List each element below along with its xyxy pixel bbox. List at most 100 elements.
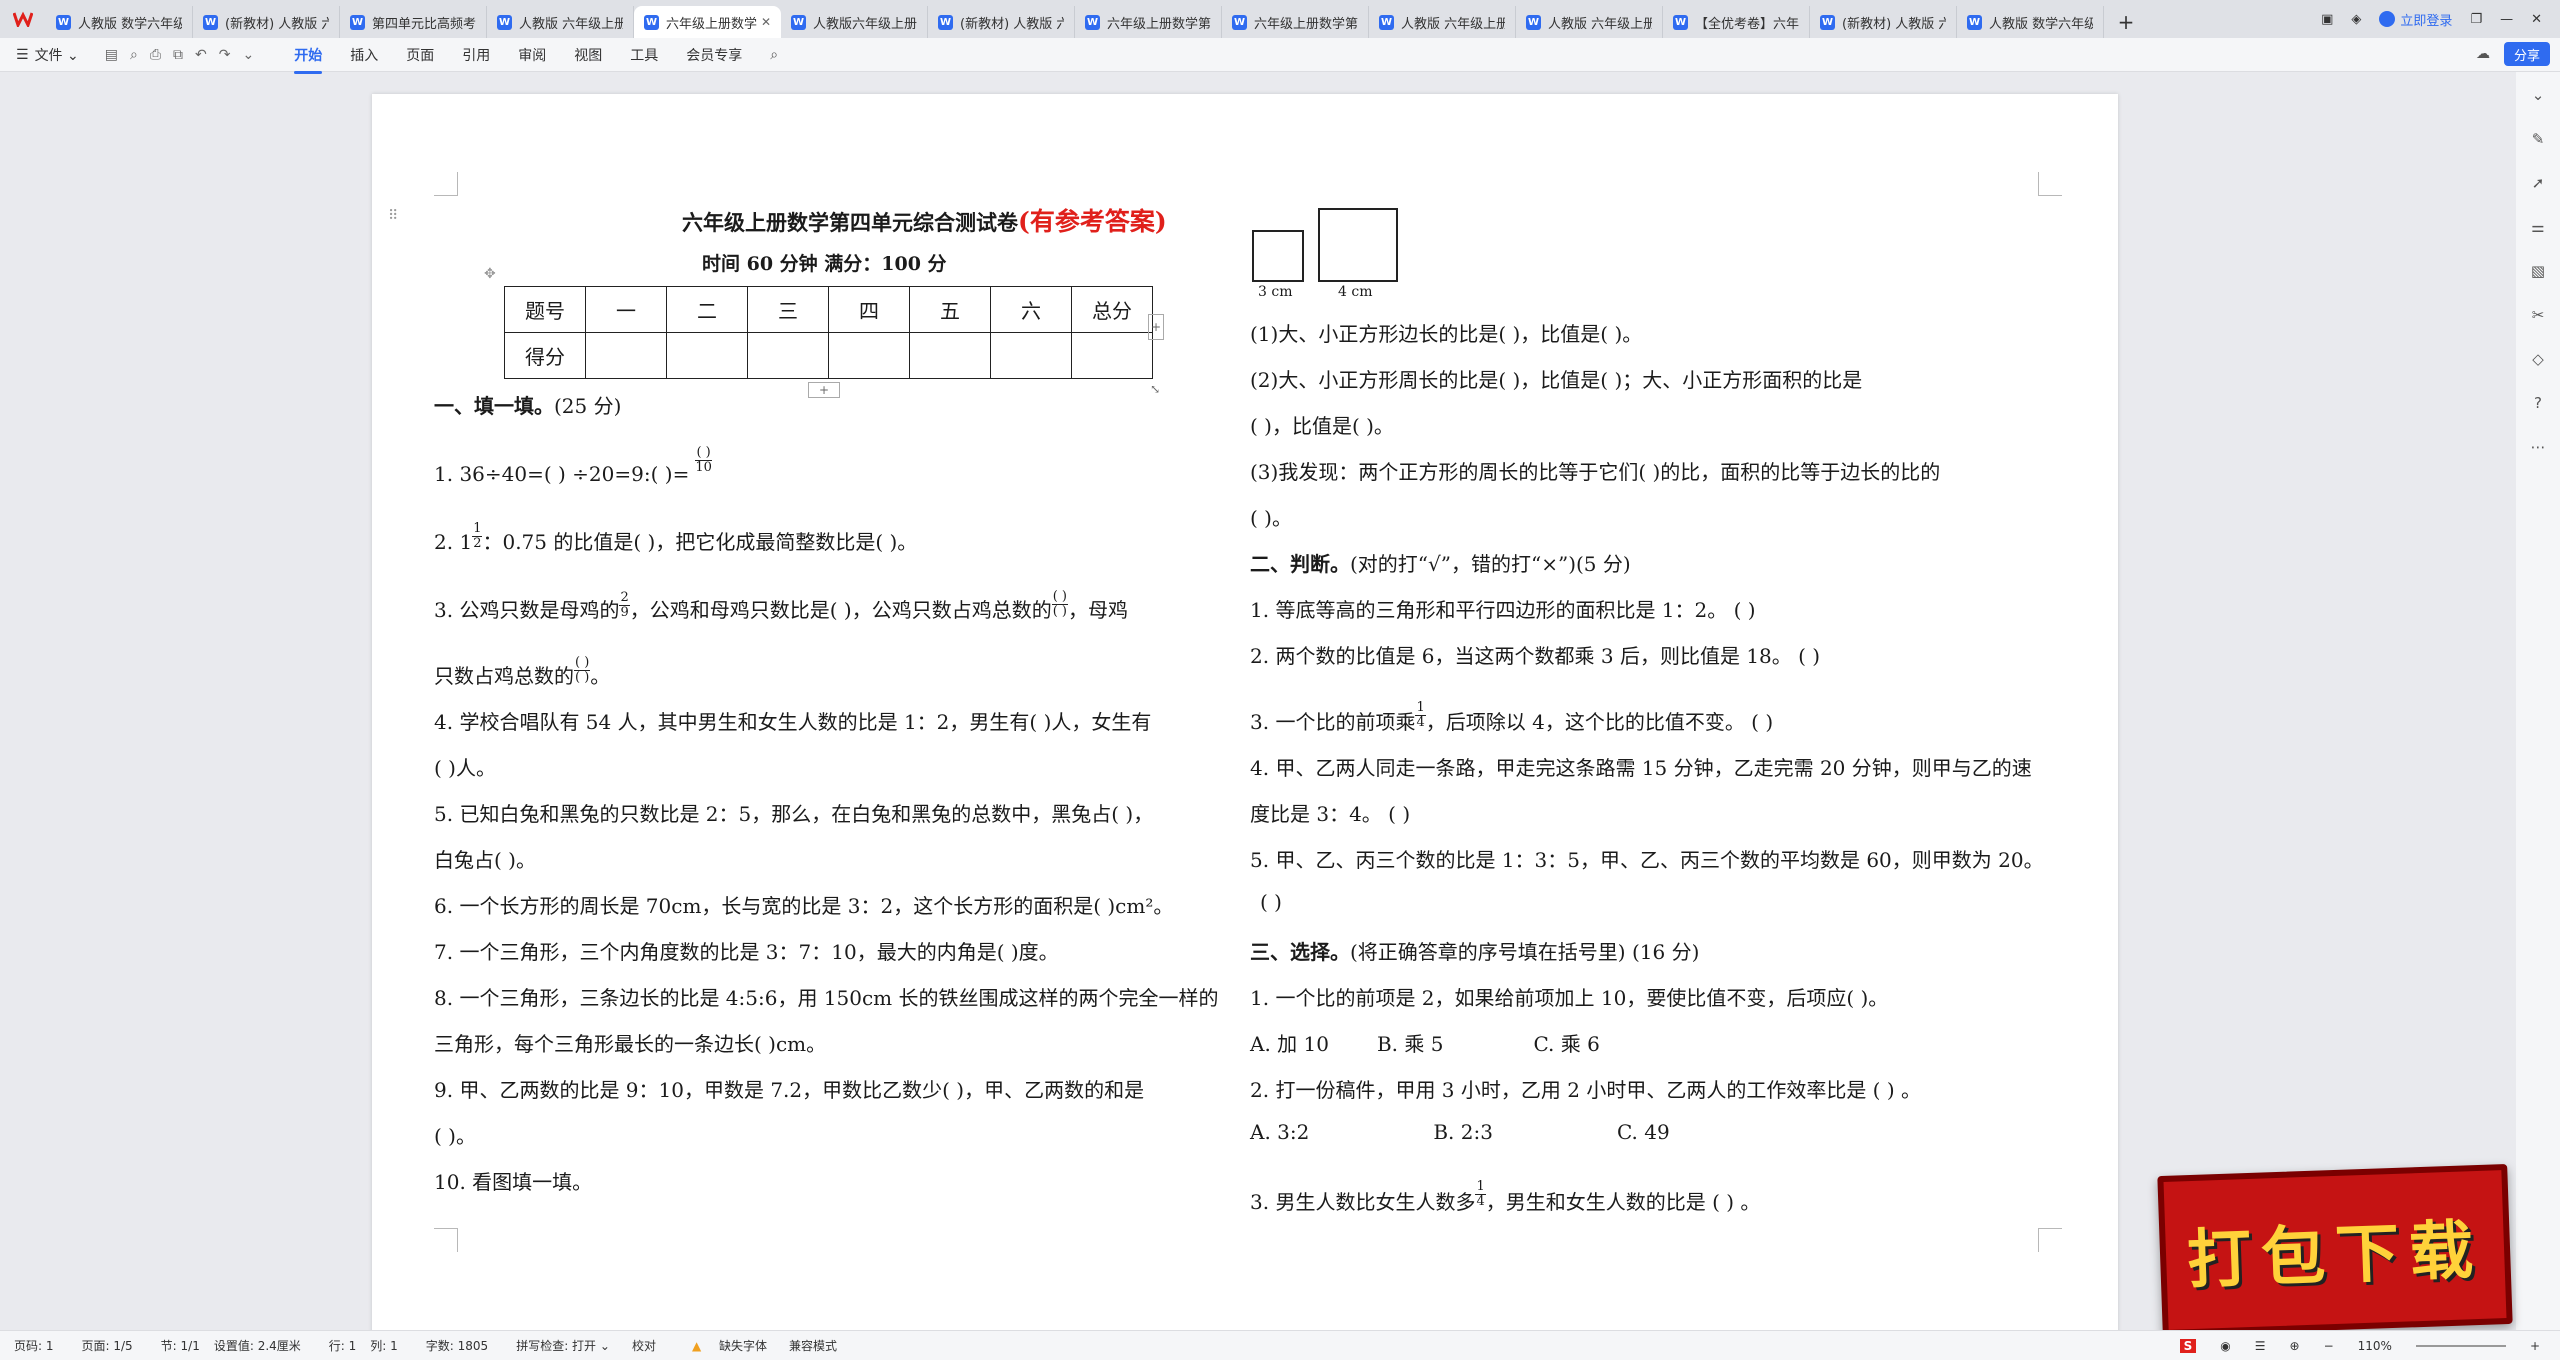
question-2: 2. 1 1 2 ：0.75 的比值是( )，把它化成最简整数比是( )。 (434, 521, 918, 555)
shape-icon[interactable]: ◇ (2532, 350, 2544, 368)
pen-icon[interactable]: ✎ (2532, 130, 2545, 148)
status-spell[interactable]: 拼写检查: 打开 ⌄ (502, 1337, 610, 1354)
status-pages[interactable]: 页面: 1/5 (82, 1337, 133, 1354)
search-icon[interactable]: ⌕ (770, 47, 778, 63)
menu-item[interactable]: 会员专享 (686, 45, 742, 65)
status-section[interactable]: 节: 1/1 (161, 1337, 200, 1354)
status-proof[interactable]: 校对 (632, 1337, 656, 1354)
add-column-icon[interactable]: + (1148, 314, 1164, 340)
share-button[interactable]: 分享 (2503, 42, 2550, 66)
zoom-level[interactable]: 110% (2358, 1339, 2392, 1353)
tab-document[interactable]: W【全优考卷】六年级 (1663, 6, 1810, 38)
zoom-in-icon[interactable]: + (2530, 1339, 2540, 1353)
status-page[interactable]: 页码: 1 (14, 1337, 54, 1354)
tab-document[interactable]: W 人教版 六年级上册 (1516, 6, 1663, 38)
menu-item[interactable]: 页面 (406, 45, 434, 65)
score-row-label: 得分 (504, 332, 586, 379)
preview-icon[interactable]: ⧉ (173, 47, 183, 63)
status-bar: 页码: 1 页面: 1/5 节: 1/1 设置值: 2.4厘米 行: 1 列: … (0, 1330, 2560, 1360)
question-4-cont: ( )人。 (434, 756, 496, 780)
open-icon[interactable]: ⌕ (130, 47, 138, 63)
box-icon[interactable]: ◈ (2351, 12, 2361, 27)
score-cell[interactable] (990, 332, 1072, 379)
more-options-icon[interactable]: ⋯ (2531, 438, 2546, 456)
table-move-icon[interactable]: ✥ (484, 266, 496, 282)
score-cell[interactable] (585, 332, 667, 379)
menu-item[interactable]: 插入 (350, 45, 378, 65)
wps-logo-icon[interactable] (0, 0, 46, 38)
select-icon[interactable]: ➚ (2532, 174, 2545, 192)
score-header-cell: 六 (990, 286, 1072, 333)
status-font-missing[interactable]: ▲ 缺失字体 (678, 1337, 767, 1354)
minimize-icon[interactable]: — (2500, 12, 2513, 27)
drag-handle-icon[interactable]: ⠿ (388, 208, 398, 224)
resize-table-icon[interactable]: ⤡ (1150, 382, 1160, 396)
status-words[interactable]: 字数: 1805 (426, 1337, 488, 1354)
layout-icon[interactable]: ▣ (2321, 12, 2333, 27)
print-icon[interactable]: ⎙ (150, 47, 161, 63)
zoom-out-icon[interactable]: − (2324, 1339, 2334, 1353)
hamburger-icon[interactable]: ☰ (16, 47, 29, 63)
tab-document[interactable]: W 六年级上册数学 ✕ (634, 6, 781, 38)
menu-item[interactable]: 引用 (462, 45, 490, 65)
menu-item[interactable]: 开始 (294, 45, 323, 74)
help-icon[interactable]: ? (2534, 394, 2542, 412)
image-icon[interactable]: ▧ (2531, 262, 2545, 280)
input-method-icon[interactable]: S (2179, 1339, 2197, 1353)
avatar-icon (2379, 11, 2396, 27)
tab-document[interactable]: W 六年级上册数学第4 (1075, 6, 1222, 38)
score-cell[interactable] (1071, 332, 1153, 379)
figure-question-3: (3)我发现：两个正方形的周长的比等于它们( )的比，面积的比等于边长的比的 (1250, 460, 1941, 484)
doc-subtitle: 时间 60 分钟 满分：100 分 (702, 253, 947, 275)
login-button[interactable]: 立即登录 (2379, 10, 2452, 29)
collapse-icon[interactable]: ⌄ (2532, 86, 2545, 104)
menu-item[interactable]: 审阅 (518, 45, 546, 65)
tools-icon[interactable]: ✂ (2532, 306, 2545, 324)
menu-item[interactable]: 视图 (574, 45, 602, 65)
zoom-slider[interactable] (2415, 1345, 2506, 1347)
status-compat[interactable]: 兼容模式 (789, 1337, 837, 1354)
wps-writer-icon: W (644, 14, 659, 30)
close-window-icon[interactable]: ✕ (2531, 12, 2542, 27)
score-header-cell: 三 (747, 286, 829, 333)
list-icon[interactable]: ☰ (2255, 1339, 2266, 1353)
more-icon[interactable]: ⌄ (243, 47, 255, 63)
status-row[interactable]: 行: 1 (329, 1337, 357, 1354)
file-menu[interactable]: 文件 ⌄ (35, 45, 79, 65)
score-cell[interactable] (747, 332, 829, 379)
menu-item[interactable]: 工具 (630, 45, 658, 65)
score-cell[interactable] (909, 332, 991, 379)
document-page[interactable]: ⠿ 六年级上册数学第四单元综合测试卷(有参考答案) 时间 60 分钟 满分：10… (372, 94, 2118, 1340)
tab-document[interactable]: W 六年级上册数学第4 (1222, 6, 1369, 38)
window-controls: ▣ ◈ 立即登录 ❐ — ✕ (2321, 0, 2560, 38)
undo-icon[interactable]: ↶ (195, 47, 207, 63)
save-icon[interactable]: ▤ (105, 47, 118, 63)
question-7: 7. 一个三角形，三个内角度数的比是 3：7：10，最大的内角是( )度。 (434, 940, 1059, 964)
close-tab-icon[interactable]: ✕ (761, 15, 771, 29)
tab-document[interactable]: W人教版六年级上册第 (781, 6, 928, 38)
tab-document[interactable]: W (新教材) 人教版 六 (928, 6, 1075, 38)
tab-document[interactable]: W人教版 数学六年级上 (46, 6, 193, 38)
status-col[interactable]: 列: 1 (370, 1337, 398, 1354)
score-header-cell: 总分 (1071, 286, 1153, 333)
status-setting[interactable]: 设置值: 2.4厘米 (214, 1337, 301, 1354)
restore-icon[interactable]: ❐ (2470, 12, 2482, 27)
adjust-icon[interactable]: ⚌ (2531, 218, 2544, 236)
download-banner[interactable]: 打包下载 (2157, 1163, 2513, 1337)
tab-document[interactable]: W (新教材) 人教版 六 (193, 6, 340, 38)
tab-document[interactable]: W (新教材) 人教版 六 (1810, 6, 1957, 38)
cloud-icon[interactable]: ☁ (2476, 46, 2490, 62)
warning-icon: ▲ (691, 1339, 702, 1353)
tab-document[interactable]: W第四单元比高频考点 (340, 6, 487, 38)
tab-document[interactable]: W人教版 六年级上册第 (487, 6, 634, 38)
add-row-icon[interactable]: + (808, 382, 840, 398)
tab-document[interactable]: W 人教版 六年级上册 (1369, 6, 1516, 38)
wps-writer-icon: W (1379, 14, 1394, 30)
tab-document[interactable]: W人教版 数学六年级上 (1957, 6, 2104, 38)
score-cell[interactable] (666, 332, 748, 379)
view-icon[interactable]: ◉ (2220, 1339, 2230, 1353)
redo-icon[interactable]: ↷ (219, 47, 231, 63)
new-tab-button[interactable]: + (2104, 6, 2148, 38)
score-cell[interactable] (828, 332, 910, 379)
web-icon[interactable]: ⊕ (2290, 1339, 2300, 1353)
